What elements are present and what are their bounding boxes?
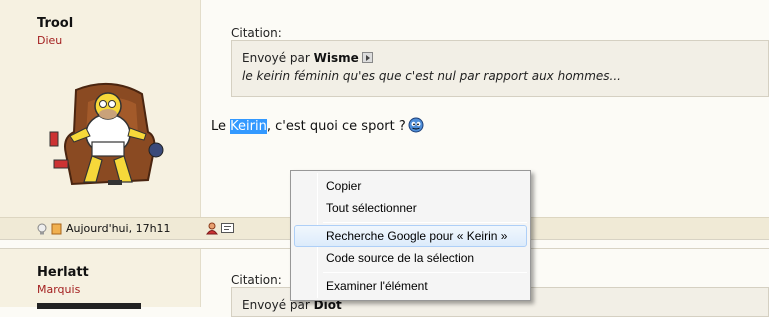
context-menu: Copier Tout sélectionner Recherche Googl… bbox=[290, 170, 531, 301]
quote-text: le keirin féminin qu'es que c'est nul pa… bbox=[242, 69, 621, 83]
menu-item-select-all[interactable]: Tout sélectionner bbox=[294, 197, 527, 219]
user-profile-icon[interactable] bbox=[206, 222, 218, 235]
menu-item-view-selection-source[interactable]: Code source de la sélection bbox=[294, 247, 527, 269]
menu-separator bbox=[323, 222, 527, 223]
quote-author-name[interactable]: Wisme bbox=[314, 51, 359, 65]
quote-label: Citation: bbox=[231, 273, 282, 287]
post-footer-actions bbox=[206, 222, 234, 235]
lightbulb-icon bbox=[36, 223, 48, 235]
quote-label: Citation: bbox=[231, 26, 282, 40]
menu-item-inspect-element[interactable]: Examiner l'élément bbox=[294, 275, 527, 297]
post-author-sidebar: Trool Dieu bbox=[0, 0, 201, 239]
private-message-icon[interactable] bbox=[221, 222, 234, 234]
avatar bbox=[48, 72, 168, 196]
menu-separator bbox=[323, 272, 527, 273]
post-message: Le Keirin, c'est quoi ce sport ? bbox=[211, 117, 424, 137]
post-icon bbox=[51, 223, 63, 235]
quote-author-line: Envoyé par Wisme bbox=[242, 51, 373, 65]
message-text-after: , c'est quoi ce sport ? bbox=[266, 119, 406, 134]
post-footer-left: Aujourd'hui, 17h11 bbox=[36, 222, 171, 235]
post-username[interactable]: Herlatt bbox=[37, 265, 89, 280]
post-author-sidebar: Herlatt Marquis bbox=[0, 249, 201, 309]
quote-sent-by: Envoyé par bbox=[242, 51, 310, 65]
post-timestamp: Aujourd'hui, 17h11 bbox=[66, 222, 171, 235]
view-post-icon[interactable] bbox=[361, 52, 373, 63]
avatar bbox=[37, 303, 141, 309]
quote-box: Envoyé par Wisme le keirin féminin qu'es… bbox=[231, 40, 769, 97]
menu-item-copy[interactable]: Copier bbox=[294, 175, 527, 197]
smiley-icon bbox=[408, 117, 424, 137]
selected-text[interactable]: Keirin bbox=[230, 119, 267, 134]
post-user-rank: Dieu bbox=[37, 34, 63, 47]
post-user-rank: Marquis bbox=[37, 283, 81, 296]
post-username[interactable]: Trool bbox=[37, 16, 73, 31]
menu-item-google-search[interactable]: Recherche Google pour « Keirin » bbox=[294, 225, 527, 247]
message-text-before: Le bbox=[211, 119, 231, 134]
